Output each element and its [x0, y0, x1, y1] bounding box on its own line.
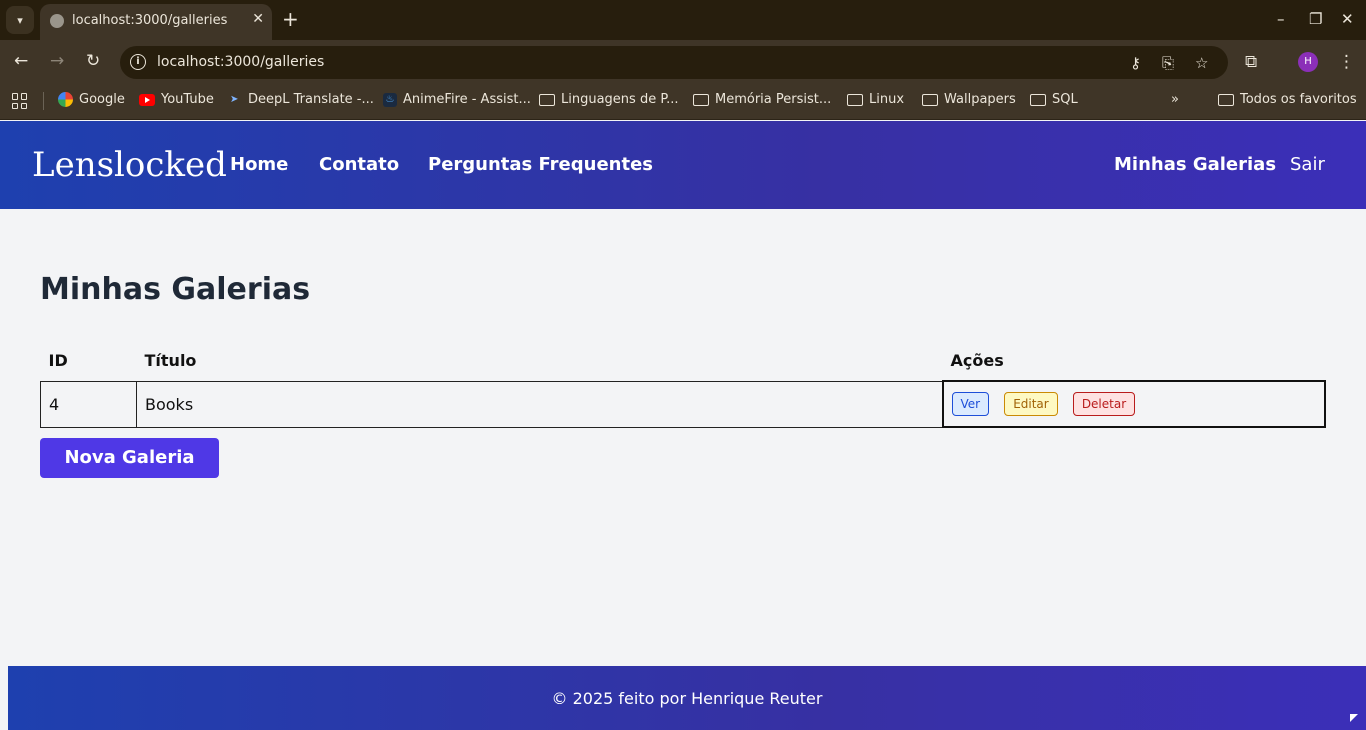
globe-icon: [50, 14, 64, 28]
close-tab-icon[interactable]: ✕: [252, 11, 264, 27]
nav-contato[interactable]: Contato: [319, 154, 399, 175]
folder-icon: [847, 93, 863, 106]
tab-search-button[interactable]: ▾: [6, 6, 34, 34]
bookmark-folder-linguagens[interactable]: Linguagens de P...: [539, 92, 679, 107]
logout-link[interactable]: Sair: [1290, 154, 1325, 175]
tab-title: localhost:3000/galleries: [72, 13, 228, 28]
nav-home[interactable]: Home: [230, 154, 288, 175]
bookmarks-divider: [43, 92, 44, 110]
restore-icon[interactable]: ❐: [1309, 10, 1322, 28]
header-actions: Ações: [950, 351, 1004, 370]
new-gallery-button[interactable]: Nova Galeria: [40, 438, 219, 478]
bookmark-folder-wallpapers[interactable]: Wallpapers: [922, 92, 1016, 107]
bookmark-folder-sql[interactable]: SQL: [1030, 92, 1078, 107]
folder-icon: [539, 93, 555, 106]
delete-button[interactable]: Deletar: [1072, 392, 1136, 416]
table-row: 4 Books Ver Editar Deletar: [40, 380, 1326, 428]
folder-icon: [1218, 93, 1234, 106]
bookmarks-bar: Google YouTube ➤ DeepL Translate -... ♨ An…: [0, 84, 1366, 120]
cell-id: 4: [40, 380, 137, 428]
view-button[interactable]: Ver: [951, 392, 990, 416]
forward-icon[interactable]: →: [50, 51, 64, 71]
menu-icon[interactable]: ⋮: [1338, 52, 1355, 72]
table-header-row: ID Título Ações: [41, 341, 1326, 381]
deepl-icon: ➤: [230, 93, 239, 105]
folder-icon: [1030, 93, 1046, 106]
new-tab-icon[interactable]: +: [282, 8, 299, 30]
site-footer: © 2025 feito por Henrique Reuter: [8, 666, 1366, 730]
close-window-icon[interactable]: ✕: [1341, 10, 1354, 28]
bookmark-google[interactable]: Google: [58, 92, 125, 107]
cell-title: Books: [136, 380, 943, 428]
bookmark-star-icon[interactable]: ☆: [1195, 54, 1208, 72]
folder-icon: [693, 93, 709, 106]
site-info-icon[interactable]: i: [130, 54, 146, 70]
galleries-table: ID Título Ações 4 Books Ver Editar Delet…: [40, 341, 1326, 428]
bookmark-youtube[interactable]: YouTube: [139, 92, 214, 107]
browser-tab[interactable]: localhost:3000/galleries ✕: [40, 4, 272, 40]
bookmark-all-favorites[interactable]: Todos os favoritos: [1218, 92, 1357, 107]
site-navbar: Lenslocked Home Contato Perguntas Freque…: [0, 121, 1366, 209]
brand-logo[interactable]: Lenslocked: [32, 145, 227, 185]
address-bar[interactable]: i localhost:3000/galleries ⚷ ⎘ ☆: [120, 46, 1228, 79]
bookmark-animefire[interactable]: ♨ AnimeFire - Assist...: [383, 92, 531, 107]
browser-toolbar: ← → ↻ i localhost:3000/galleries ⚷ ⎘ ☆ ⧉…: [0, 40, 1366, 84]
google-icon: [58, 92, 73, 107]
youtube-icon: [139, 93, 155, 106]
minimize-icon[interactable]: –: [1277, 10, 1285, 28]
folder-icon: [922, 93, 938, 106]
extensions-icon[interactable]: ⧉: [1245, 52, 1257, 72]
header-id: ID: [48, 351, 68, 371]
url-text[interactable]: localhost:3000/galleries: [157, 54, 324, 70]
bookmark-deepl[interactable]: ➤ DeepL Translate -...: [230, 92, 374, 107]
nav-faq[interactable]: Perguntas Frequentes: [428, 154, 653, 175]
bookmark-folder-memoria[interactable]: Memória Persist...: [693, 92, 831, 107]
apps-grid-icon[interactable]: [12, 93, 28, 109]
nav-my-galleries[interactable]: Minhas Galerias: [1114, 154, 1276, 175]
cell-actions: Ver Editar Deletar: [941, 380, 1326, 428]
bookmark-folder-linux[interactable]: Linux: [847, 92, 904, 107]
header-title: Título: [144, 351, 197, 371]
more-bookmarks-icon[interactable]: »: [1171, 92, 1179, 107]
edit-button[interactable]: Editar: [1004, 392, 1058, 416]
back-icon[interactable]: ←: [14, 51, 28, 71]
footer-text: © 2025 feito por Henrique Reuter: [551, 688, 823, 708]
browser-tab-bar: ▾ localhost:3000/galleries ✕ + – ❐ ✕: [0, 0, 1366, 40]
page-title: Minhas Galerias: [40, 272, 311, 307]
mouse-cursor-icon: [1350, 714, 1358, 722]
reload-icon[interactable]: ↻: [86, 51, 100, 71]
profile-avatar[interactable]: H: [1298, 52, 1318, 72]
animefire-icon: ♨: [383, 92, 397, 107]
password-key-icon[interactable]: ⚷: [1130, 54, 1141, 72]
translate-icon[interactable]: ⎘: [1162, 54, 1174, 72]
